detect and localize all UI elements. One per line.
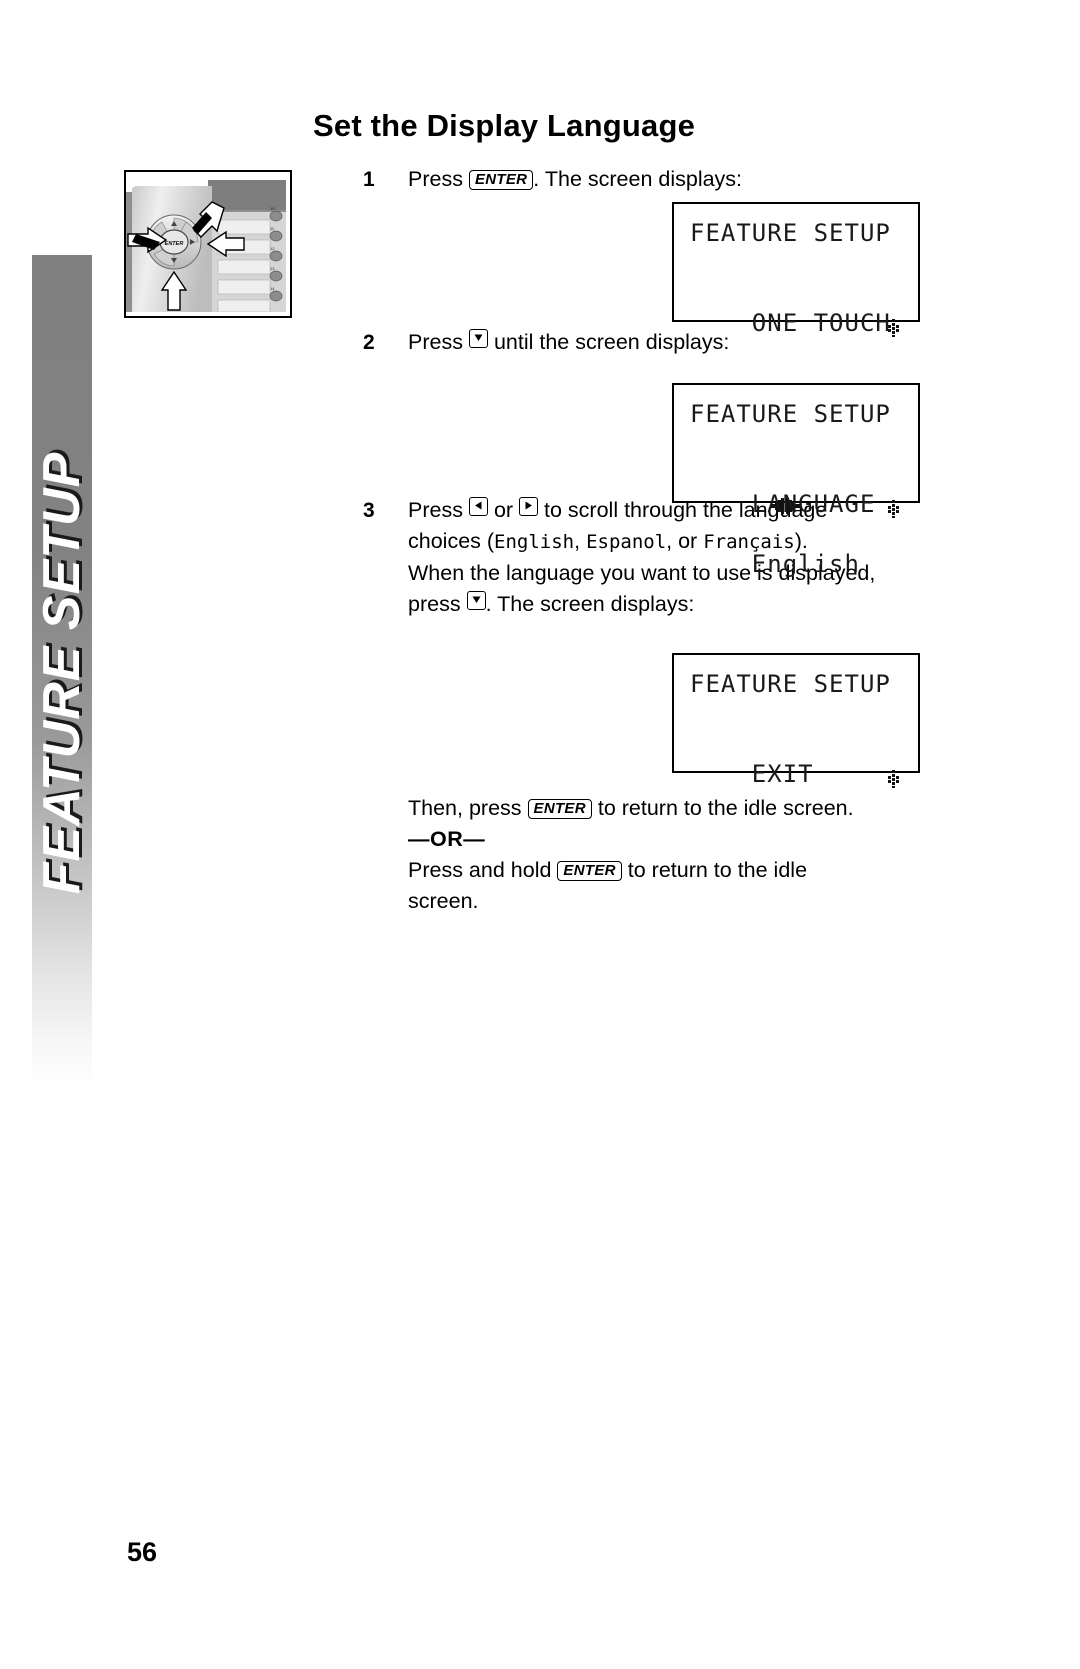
closing-line-3: screen.: [408, 889, 479, 913]
svg-text:13: 13: [270, 266, 275, 271]
step-1-body: Press ENTER. The screen displays:: [408, 164, 933, 195]
enter-key-glyph-3: ENTER: [557, 861, 622, 881]
svg-text:12: 12: [270, 246, 275, 251]
svg-text:14: 14: [270, 286, 275, 291]
left-arrow-key-glyph: [468, 497, 488, 516]
lcd-1-blank-line: [690, 248, 902, 278]
lcd-2-line-3-wrap: LANGUAGE: [690, 459, 902, 519]
lcd-1-line-3-wrap: ONE TOUCH: [690, 278, 902, 338]
closing-line-2-a: Press and hold: [408, 858, 552, 882]
lcd-screen-3: FEATURE SETUP EXIT: [672, 653, 920, 789]
scroll-indicator-icon: [793, 284, 902, 374]
page-title: Set the Display Language: [313, 108, 696, 143]
phone-navigation-keypad-illustration: 10 11 12 13 14 ENTER: [124, 170, 292, 318]
lcd-2-line-2-wrap: English: [690, 429, 902, 578]
lcd-3-blank-line: [690, 699, 902, 729]
step-3-number: 3: [363, 499, 375, 522]
closing-line-2-b: to return to the idle: [627, 858, 808, 882]
page-number: 56: [127, 1537, 158, 1567]
right-arrow-key-glyph: [519, 497, 539, 516]
closing-line-1-b: to return to the idle screen.: [597, 796, 854, 820]
section-tab-feature-setup: FEATURE SETUP: [32, 255, 92, 1090]
step-1: 1 Press ENTER. The screen displays:: [313, 164, 933, 195]
closing-line-2: Press and hold ENTER to return to the id…: [408, 855, 928, 886]
down-arrow-key-glyph-2: [466, 591, 486, 610]
step-3-line1-b: or: [493, 498, 514, 522]
lcd-3-line-3-wrap: EXIT: [690, 729, 902, 789]
step-2-text-before: Press: [408, 330, 463, 354]
step-1-text-before: Press: [408, 167, 463, 191]
closing-line-1: Then, press ENTER to return to the idle …: [408, 793, 928, 824]
enter-key-glyph: ENTER: [468, 170, 534, 190]
section-tab-label: FEATURE SETUP: [33, 451, 91, 894]
step-3-line1-a: Press: [408, 498, 463, 522]
step-3-line4-a: press: [408, 592, 461, 616]
lcd-3-line-1: FEATURE SETUP: [690, 670, 891, 698]
step-1-number: 1: [363, 168, 375, 191]
svg-text:ENTER: ENTER: [165, 241, 184, 247]
lcd-1-line-1: FEATURE SETUP: [690, 219, 891, 247]
down-arrow-key-glyph: [468, 329, 488, 348]
lcd-screen-1: FEATURE SETUP ONE TOUCH: [672, 202, 920, 338]
step-3-line2-a: choices (: [408, 529, 495, 553]
enter-key-glyph-2: ENTER: [527, 799, 592, 819]
language-option-espanol: Espanol: [586, 531, 667, 553]
scroll-indicator-icon: [793, 465, 902, 555]
closing-line-1-a: Then, press: [408, 796, 522, 820]
or-separator: —OR—: [408, 827, 486, 851]
language-option-english: English: [494, 531, 575, 553]
step-2-number: 2: [363, 331, 375, 354]
svg-text:10: 10: [270, 206, 275, 211]
closing-instructions: Then, press ENTER to return to the idle …: [408, 793, 928, 917]
lcd-2-line-1: FEATURE SETUP: [690, 400, 891, 428]
step-1-text-after: . The screen displays:: [533, 167, 743, 191]
step-3-line4-b: . The screen displays:: [485, 592, 695, 616]
step-3-line2-b: ,: [574, 529, 587, 553]
lcd-screen-2: FEATURE SETUP English LANGUAGE: [672, 383, 920, 578]
phone-illustration-svg: 10 11 12 13 14 ENTER: [126, 180, 286, 313]
